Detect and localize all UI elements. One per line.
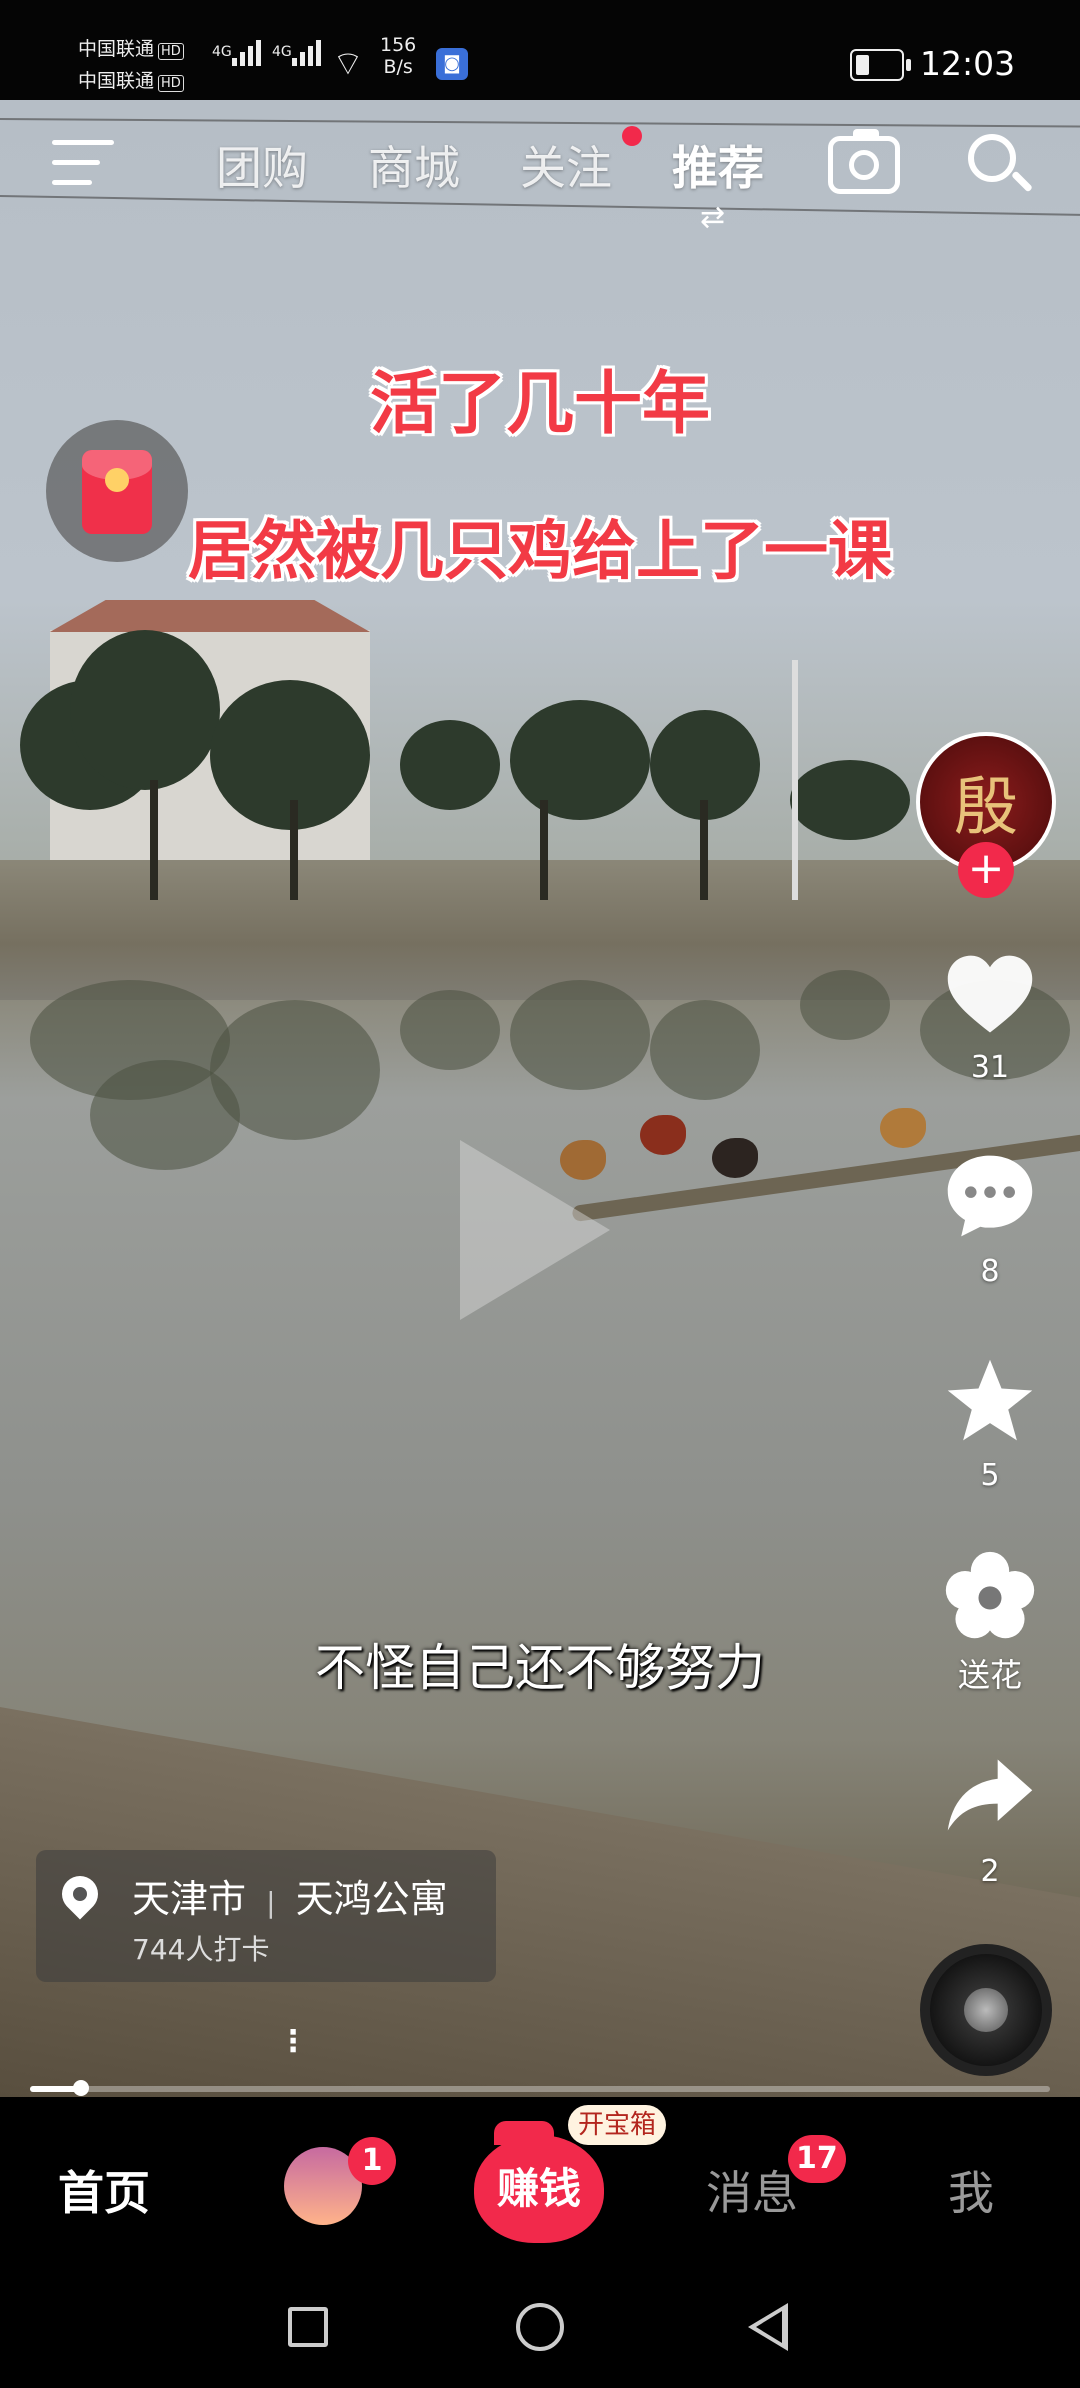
red-packet-button[interactable] [46,420,188,562]
nav-home[interactable]: 首页 [58,2157,150,2223]
share-icon[interactable] [942,1748,1038,1844]
tree [400,720,500,810]
speed-value: 156 [380,34,417,56]
flower-icon[interactable] [942,1548,1038,1644]
treasure-box-tag[interactable]: 开宝箱 [568,2105,667,2145]
nav-messages[interactable]: 消息 [706,2157,798,2223]
tree [510,700,650,820]
system-nav-bar [0,2277,1080,2388]
location-card[interactable]: 天津市 | 天鸿公寓 744人打卡 [36,1850,496,1982]
street-lamp [792,660,798,900]
video-progress-knob[interactable] [73,2080,89,2096]
carrier-2-name: 中国联通 [78,70,155,92]
location-separator: | [266,1886,276,1919]
tree-reflection [510,980,650,1090]
tree-reflection [800,970,890,1040]
network-type-2: 4G [272,44,292,60]
camera-icon[interactable] [828,129,900,194]
search-icon[interactable] [968,134,1016,182]
tab-mall[interactable]: 商城 [368,132,460,198]
tree [70,630,220,790]
follow-button[interactable]: + [958,842,1014,898]
red-envelope-icon [82,450,152,534]
home-icon[interactable] [516,2303,564,2351]
more-icon[interactable]: ⋮ [278,2024,308,2059]
play-icon[interactable] [460,1140,610,1320]
location-place: 天鸿公寓 [295,1877,448,1921]
video-subtitle: 不怪自己还不够努力 [315,1639,765,1697]
chicken [712,1138,758,1178]
wifi-icon: ⌔ [332,44,364,84]
clock: 12:03 [920,44,1016,83]
tree-reflection [210,1000,380,1140]
nav-earn-button[interactable]: 赚钱 [474,2121,604,2243]
friends-badge: 1 [348,2137,396,2185]
battery-icon [850,49,911,81]
favorite-count: 5 [980,1458,1000,1493]
speed-unit: B/s [383,56,413,78]
signal-icon-1 [232,40,261,66]
chicken [640,1115,686,1155]
like-count: 31 [970,1050,1010,1085]
hd-badge-1: HD [158,43,184,60]
carrier-2: 中国联通 HD [78,66,184,93]
hd-badge-2: HD [158,75,184,92]
chicken [880,1108,926,1148]
comment-count: 8 [980,1254,1000,1289]
location-city: 天津市 [132,1877,247,1921]
signal-icon-2 [292,40,321,66]
tree [790,760,910,840]
tree-trunk [290,800,298,900]
tab-recommend[interactable]: 推荐 [672,132,764,198]
tree-trunk [150,780,158,900]
tree-trunk [700,800,708,900]
video-progress-track[interactable] [30,2086,1050,2092]
power-line [0,118,1080,129]
tab-group-buy[interactable]: 团购 [216,132,308,198]
following-notification-dot [622,126,642,146]
location-pin-icon [54,1868,106,1920]
recents-icon[interactable] [288,2307,328,2347]
app-notification-icon: ◙ [436,48,468,80]
music-disc-icon[interactable] [920,1944,1052,2076]
carrier-1-name: 中国联通 [78,38,155,60]
nav-me[interactable]: 我 [948,2157,994,2223]
send-flower-label: 送花 [957,1656,1022,1694]
heart-icon[interactable] [942,948,1038,1044]
tree-trunk [540,800,548,900]
carrier-1: 中国联通 HD [78,34,184,61]
location-title: 天津市 | 天鸿公寓 [132,1868,448,1923]
menu-icon[interactable] [52,140,114,186]
tree-reflection [650,1000,760,1100]
bottom-nav: 首页 1 赚钱 开宝箱 消息 17 我 [0,2097,1080,2277]
status-bar: 中国联通 HD 中国联通 HD 4G 4G ⌔ 156 B/s ◙ 12:03 [0,0,1080,100]
video-title-line-1: 活了几十年 [369,365,710,444]
network-speed: 156 B/s [380,34,416,78]
video-player[interactable]: 活了几十年 居然被几只鸡给上了一课 不怪自己还不够努力 [0,100,1080,2097]
battery-fill [856,55,869,75]
back-icon[interactable] [748,2303,788,2351]
share-count: 2 [980,1854,1000,1889]
location-checkins: 744人打卡 [132,1933,270,1966]
power-line [0,195,1080,218]
comment-icon[interactable] [942,1148,1038,1244]
tab-following[interactable]: 关注 [520,132,612,198]
screen: 中国联通HD 中国联通HD 4G 4G ⌔ 156 B/s ◙ 12:03 [0,0,1080,2388]
star-icon[interactable] [942,1354,1038,1450]
tree-reflection [400,990,500,1070]
messages-badge: 17 [788,2135,846,2183]
swap-icon[interactable]: ⇄ [700,200,725,235]
network-type-1: 4G [212,44,232,60]
